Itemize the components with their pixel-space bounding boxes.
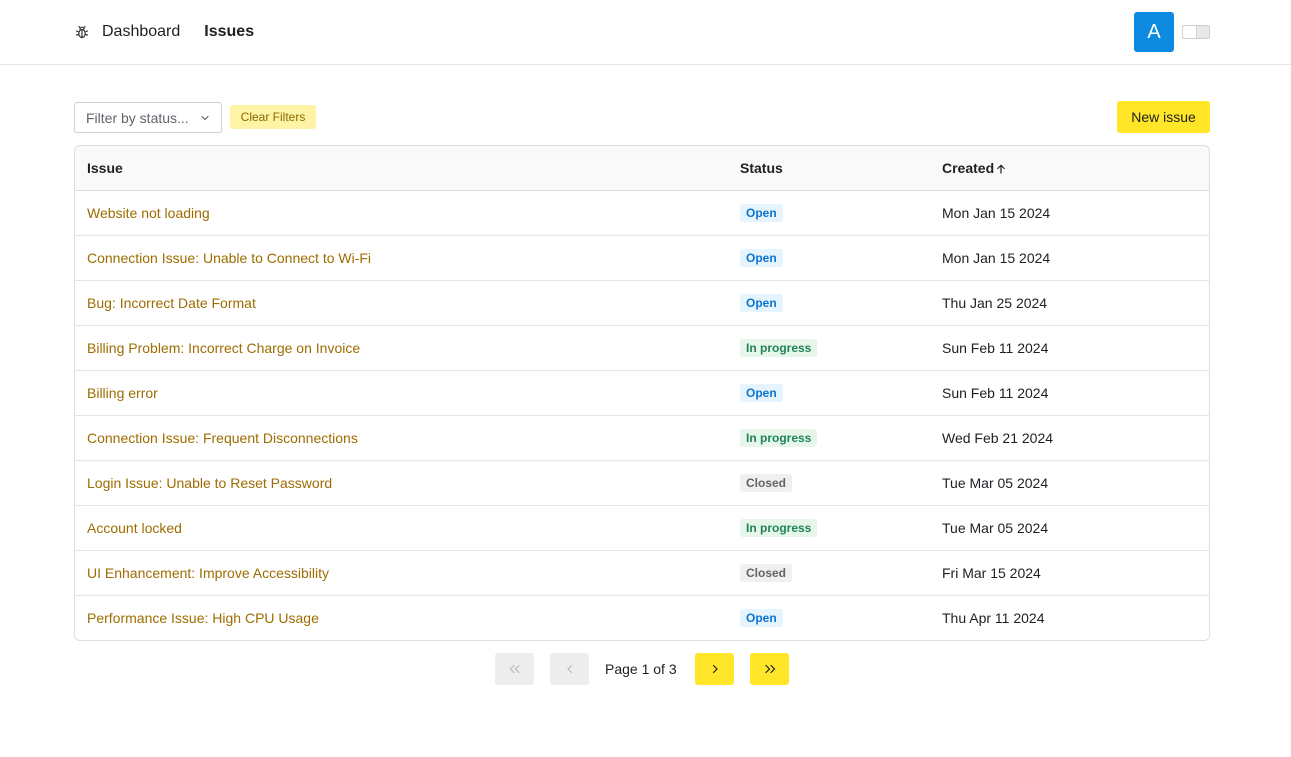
created-date-cell: Mon Jan 15 2024 — [930, 235, 1209, 281]
issue-cell: Performance Issue: High CPU Usage — [75, 595, 728, 640]
table-row[interactable]: UI Enhancement: Improve Accessibility Clo… — [75, 550, 1209, 596]
issue-cell: Account locked — [75, 505, 728, 551]
issue-title-link[interactable]: Account locked — [87, 520, 182, 536]
created-date-cell: Thu Jan 25 2024 — [930, 280, 1209, 326]
nav-link-issues[interactable]: Issues — [204, 23, 254, 41]
next-page-button[interactable] — [695, 653, 734, 685]
status-badge: In progress — [740, 428, 818, 447]
first-page-button[interactable] — [495, 653, 534, 685]
issue-cell: Connection Issue: Unable to Connect to W… — [75, 235, 728, 281]
new-issue-button[interactable]: New issue — [1117, 101, 1210, 133]
issue-title-link[interactable]: Performance Issue: High CPU Usage — [87, 610, 319, 626]
status-badge: Closed — [740, 473, 793, 492]
status-filter-placeholder: Filter by status... — [86, 109, 189, 126]
double-chevron-right-icon — [764, 664, 775, 674]
created-date-cell: Thu Apr 11 2024 — [942, 609, 1045, 626]
table-row[interactable]: Connection Issue: Unable to Connect to W… — [75, 235, 1209, 281]
toggle-knob — [1183, 26, 1197, 38]
table-row[interactable]: Connection Issue: Frequent Disconnection… — [75, 415, 1209, 461]
table-row[interactable]: Billing Problem: Incorrect Charge on Inv… — [75, 325, 1209, 371]
status-cell: Closed — [728, 460, 930, 506]
issue-title-link[interactable]: Login Issue: Unable to Reset Password — [87, 475, 332, 491]
status-badge: Open — [740, 203, 783, 222]
top-navbar: Dashboard Issues A — [0, 0, 1291, 65]
chevron-down-icon — [201, 115, 209, 121]
created-date-cell: Sun Feb 11 2024 — [930, 325, 1209, 371]
theme-toggle[interactable] — [1182, 25, 1210, 39]
column-header-issue[interactable]: Issue — [75, 146, 728, 191]
status-badge: In progress — [740, 518, 818, 537]
issue-cell: UI Enhancement: Improve Accessibility — [75, 550, 728, 596]
status-cell: Open — [728, 235, 930, 281]
chevron-right-icon — [712, 664, 718, 674]
issue-cell: Bug: Incorrect Date Format — [75, 280, 728, 326]
pagination: Page 1 of 3 — [0, 653, 1291, 685]
table-row[interactable]: Performance Issue: High CPU Usage Open Thu… — [75, 595, 1209, 640]
status-cell: In progress — [728, 415, 930, 461]
status-badge: In progress — [740, 338, 818, 357]
status-cell: In progress — [728, 505, 930, 551]
status-filter-select[interactable]: Filter by status... — [74, 102, 222, 133]
page-indicator: Page 1 of 3 — [605, 661, 677, 677]
status-badge: Open — [740, 383, 783, 402]
status-cell: Open — [728, 280, 930, 326]
issue-title-link[interactable]: Billing error — [87, 385, 158, 401]
nav-link-dashboard[interactable]: Dashboard — [102, 23, 180, 41]
issue-title-link[interactable]: UI Enhancement: Improve Accessibility — [87, 565, 329, 581]
table-row[interactable]: Login Issue: Unable to Reset Password Clo… — [75, 460, 1209, 506]
created-date-cell: Tue Mar 05 2024 — [930, 505, 1209, 551]
table-row[interactable]: Website not loading Open Mon Jan 15 2024 — [75, 190, 1209, 236]
status-badge: Open — [740, 608, 783, 627]
bug-icon[interactable] — [74, 24, 90, 40]
created-date-cell: Sun Feb 11 2024 — [930, 370, 1209, 416]
created-date-cell: Tue Mar 05 2024 — [930, 460, 1209, 506]
status-cell: Open — [728, 190, 930, 236]
status-badge: Open — [740, 248, 783, 267]
issue-cell: Connection Issue: Frequent Disconnection… — [75, 415, 728, 461]
created-date-cell: Mon Jan 15 2024 — [930, 190, 1209, 236]
column-header-status[interactable]: Status — [728, 146, 930, 191]
issue-title-link[interactable]: Website not loading — [87, 205, 210, 221]
status-cell: In progress — [728, 325, 930, 371]
created-date-cell: Wed Feb 21 2024 — [930, 415, 1209, 461]
status-cell: Closed — [728, 550, 930, 596]
status-badge: Closed — [740, 563, 793, 582]
table-row[interactable]: Billing error Open Sun Feb 11 2024 — [75, 370, 1209, 416]
issue-cell: Billing Problem: Incorrect Charge on Inv… — [75, 325, 728, 371]
table-row[interactable]: Bug: Incorrect Date Format Open Thu Jan 25… — [75, 280, 1209, 326]
user-avatar[interactable]: A — [1134, 12, 1174, 52]
issue-title-link[interactable]: Connection Issue: Frequent Disconnection… — [87, 430, 358, 446]
table-header-row: Issue Status Created — [75, 146, 1209, 191]
issue-title-link[interactable]: Bug: Incorrect Date Format — [87, 295, 256, 311]
issue-cell: Website not loading — [75, 190, 728, 236]
issues-table: Issue Status Created Website not loading… — [74, 145, 1210, 641]
arrow-up-icon — [997, 164, 1005, 174]
chevron-left-icon — [566, 664, 572, 674]
issue-cell: Login Issue: Unable to Reset Password — [75, 460, 728, 506]
created-date-cell: Fri Mar 15 2024 — [930, 550, 1209, 596]
clear-filters-button[interactable]: Clear Filters — [230, 105, 316, 129]
last-page-button[interactable] — [750, 653, 789, 685]
issue-title-link[interactable]: Billing Problem: Incorrect Charge on Inv… — [87, 340, 360, 356]
column-header-created[interactable]: Created — [930, 146, 1209, 191]
previous-page-button[interactable] — [550, 653, 589, 685]
status-cell: Open — [728, 370, 930, 416]
status-badge: Open — [740, 293, 783, 312]
table-row[interactable]: Account locked In progress Tue Mar 05 2024 — [75, 505, 1209, 551]
issue-title-link[interactable]: Connection Issue: Unable to Connect to W… — [87, 250, 371, 266]
status-cell: Open — [728, 595, 930, 640]
main-nav: Dashboard Issues — [74, 0, 254, 64]
double-chevron-left-icon — [509, 664, 520, 674]
issue-cell: Billing error — [75, 370, 728, 416]
